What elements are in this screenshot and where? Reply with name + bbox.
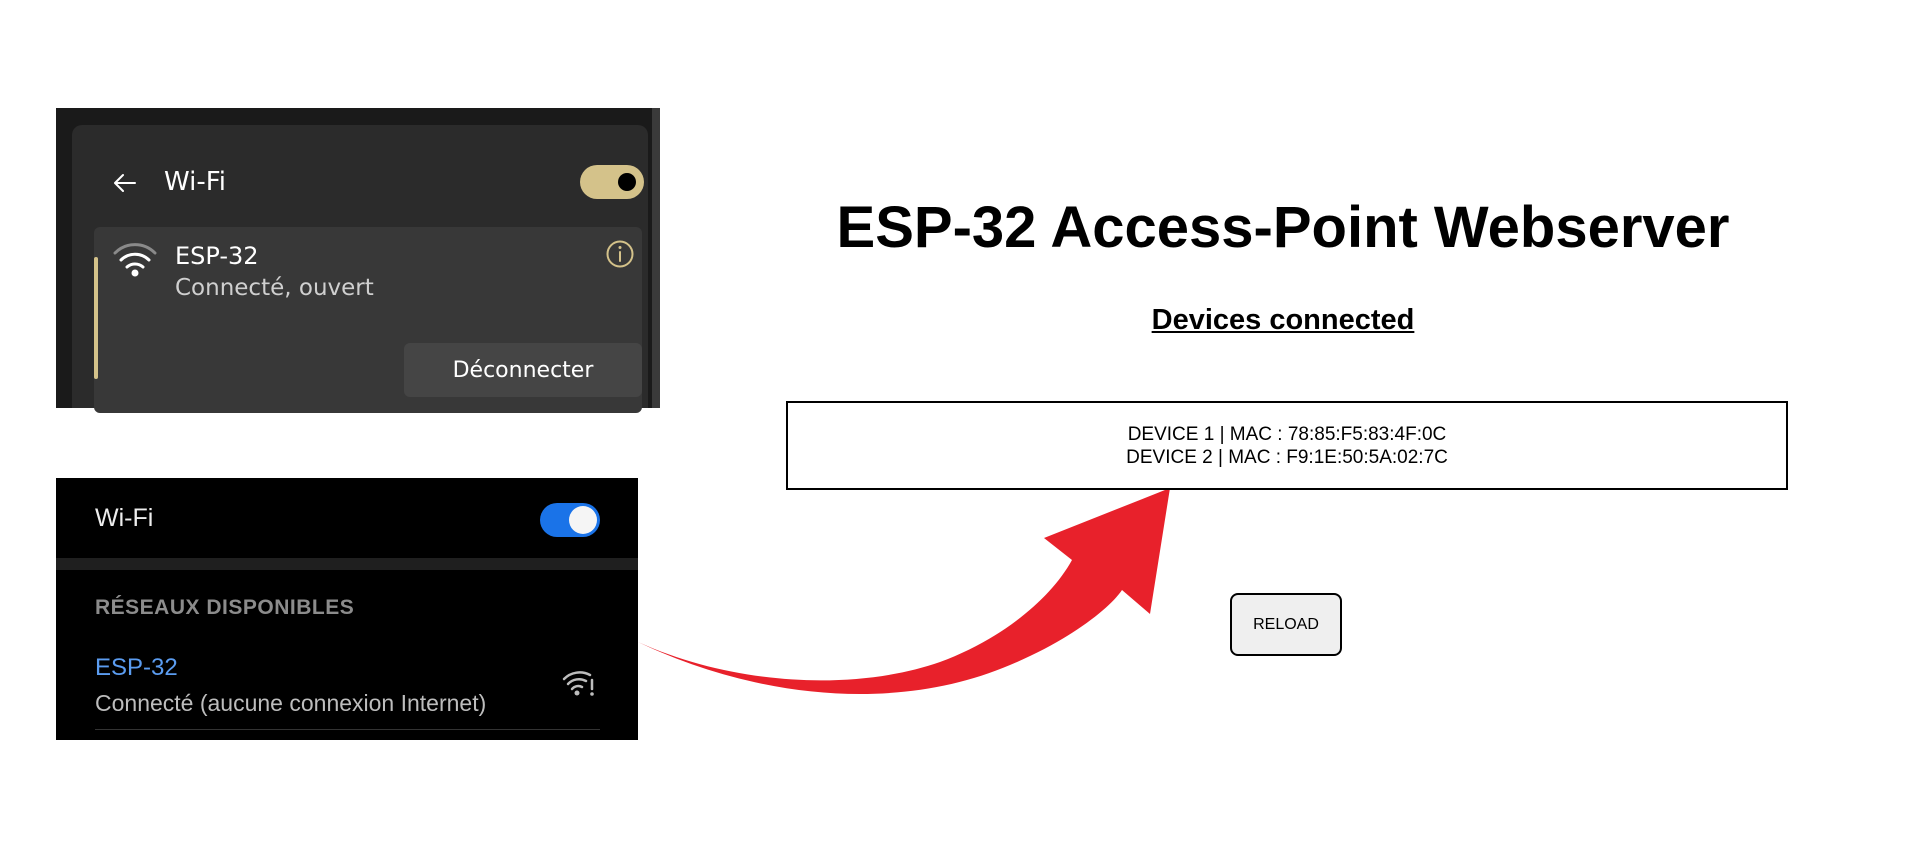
windows-wifi-flyout: Wi-Fi ESP-32 Connecté, ouvert Déconnecte… xyxy=(56,108,660,413)
flyout-edge xyxy=(652,108,660,408)
reload-button[interactable]: RELOAD xyxy=(1230,593,1342,656)
network-ssid: ESP-32 xyxy=(95,654,178,681)
wifi-card: Wi-Fi ESP-32 Connecté, ouvert Déconnecte… xyxy=(72,125,648,413)
wifi-toggle[interactable] xyxy=(540,503,600,537)
devices-list: DEVICE 1 | MAC : 78:85:F5:83:4F:0C DEVIC… xyxy=(786,401,1788,490)
screenshot-canvas: Wi-Fi ESP-32 Connecté, ouvert Déconnecte… xyxy=(0,0,1920,864)
back-arrow-icon[interactable] xyxy=(111,169,139,197)
network-item-esp32[interactable]: ESP-32 Connecté, ouvert Déconnecter xyxy=(94,227,642,413)
row-divider xyxy=(95,729,600,730)
wifi-title: Wi-Fi xyxy=(95,504,154,532)
network-status: Connecté (aucune connexion Internet) xyxy=(95,690,487,716)
section-divider xyxy=(56,558,638,570)
toggle-knob xyxy=(569,506,597,534)
network-status: Connecté, ouvert xyxy=(175,275,374,301)
toggle-knob xyxy=(618,173,636,191)
device-row: DEVICE 1 | MAC : 78:85:F5:83:4F:0C xyxy=(1127,423,1447,445)
android-wifi-panel: Wi-Fi RÉSEAUX DISPONIBLES ESP-32 Connect… xyxy=(56,478,638,740)
selection-accent xyxy=(94,257,98,379)
network-ssid: ESP-32 xyxy=(175,242,259,270)
info-icon[interactable] xyxy=(605,239,635,269)
device-row: DEVICE 2 | MAC : F9:1E:50:5A:02:7C xyxy=(1126,446,1448,468)
devices-heading: Devices connected xyxy=(1151,304,1415,336)
page-title: ESP-32 Access-Point Webserver xyxy=(836,195,1730,260)
wifi-toggle[interactable] xyxy=(580,165,644,199)
wifi-no-internet-icon xyxy=(562,671,594,696)
wifi-title: Wi-Fi xyxy=(164,167,227,197)
available-networks-header: RÉSEAUX DISPONIBLES xyxy=(95,596,355,619)
wifi-signal-icon xyxy=(113,243,157,277)
disconnect-button[interactable]: Déconnecter xyxy=(404,343,642,397)
